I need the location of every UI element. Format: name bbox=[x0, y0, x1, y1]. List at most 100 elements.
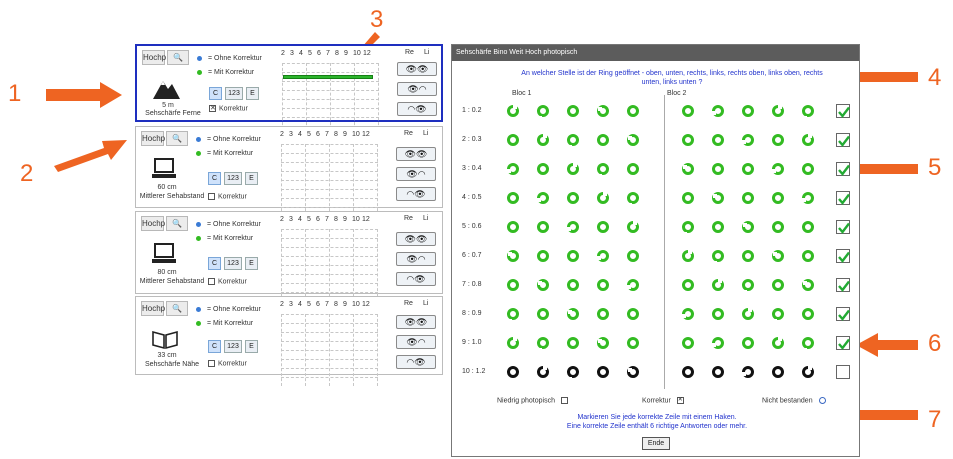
c-button[interactable]: C bbox=[208, 257, 221, 270]
landolt-ring[interactable] bbox=[712, 308, 728, 323]
landolt-ring[interactable] bbox=[712, 105, 724, 117]
landolt-ring[interactable] bbox=[712, 192, 724, 204]
landolt-ring[interactable] bbox=[567, 308, 579, 320]
landolt-ring[interactable] bbox=[567, 134, 579, 149]
landolt-ring[interactable] bbox=[682, 105, 698, 117]
eyes-right-button[interactable]: 👁◠ bbox=[396, 252, 436, 266]
landolt-ring[interactable] bbox=[682, 134, 694, 151]
landolt-ring[interactable] bbox=[802, 163, 818, 178]
eyes-right-button[interactable]: 👁◠ bbox=[397, 82, 437, 96]
landolt-ring[interactable] bbox=[567, 105, 585, 117]
landolt-ring[interactable] bbox=[567, 163, 579, 175]
landolt-ring[interactable] bbox=[537, 134, 549, 146]
landolt-ring[interactable] bbox=[507, 250, 519, 262]
korrektur-checkbox[interactable]: Korrektur bbox=[208, 278, 247, 285]
landolt-ring[interactable] bbox=[597, 192, 609, 204]
landolt-ring[interactable] bbox=[507, 308, 519, 323]
korrektur-checkbox[interactable]: Korrektur bbox=[208, 193, 247, 200]
row-checkbox[interactable] bbox=[836, 365, 850, 379]
landolt-ring[interactable] bbox=[742, 163, 758, 175]
landolt-ring[interactable] bbox=[567, 221, 579, 233]
landolt-ring[interactable] bbox=[537, 192, 549, 204]
zoom-button[interactable]: 🔍 bbox=[167, 50, 189, 65]
hochp-button[interactable]: Hochp bbox=[142, 50, 166, 65]
landolt-ring[interactable] bbox=[507, 366, 523, 381]
landolt-ring[interactable] bbox=[772, 163, 784, 175]
eyes-both-button[interactable]: 👁👁 bbox=[396, 147, 436, 161]
landolt-ring[interactable] bbox=[597, 308, 609, 325]
landolt-ring[interactable] bbox=[567, 337, 585, 349]
landolt-ring[interactable] bbox=[742, 192, 754, 209]
korrektur-checkbox[interactable]: Korrektur bbox=[208, 360, 247, 367]
e-button[interactable]: E bbox=[245, 172, 258, 185]
c-button[interactable]: C bbox=[208, 172, 221, 185]
row-checkbox[interactable] bbox=[836, 191, 850, 205]
landolt-ring[interactable] bbox=[567, 250, 583, 262]
landolt-ring[interactable] bbox=[682, 308, 694, 320]
num-button[interactable]: 123 bbox=[224, 257, 242, 270]
landolt-ring[interactable] bbox=[597, 279, 613, 291]
landolt-ring[interactable] bbox=[537, 337, 549, 352]
landolt-ring[interactable] bbox=[712, 337, 724, 349]
e-button[interactable]: E bbox=[246, 87, 259, 100]
landolt-ring[interactable] bbox=[627, 279, 639, 291]
landolt-ring[interactable] bbox=[597, 221, 613, 236]
landolt-ring[interactable] bbox=[802, 250, 814, 267]
landolt-ring[interactable] bbox=[742, 134, 754, 146]
eyes-both-button[interactable]: 👁👁 bbox=[397, 62, 437, 76]
eyes-left-button[interactable]: ◠👁 bbox=[396, 355, 436, 369]
landolt-ring[interactable] bbox=[712, 366, 728, 378]
landolt-ring[interactable] bbox=[567, 279, 579, 296]
row-checkbox[interactable] bbox=[836, 162, 850, 176]
landolt-ring[interactable] bbox=[597, 105, 609, 117]
landolt-ring[interactable] bbox=[772, 105, 784, 117]
landolt-ring[interactable] bbox=[772, 250, 784, 262]
landolt-ring[interactable] bbox=[802, 221, 818, 233]
landolt-ring[interactable] bbox=[682, 366, 694, 383]
landolt-ring[interactable] bbox=[712, 163, 724, 180]
landolt-ring[interactable] bbox=[537, 221, 553, 233]
landolt-ring[interactable] bbox=[802, 105, 814, 120]
landolt-ring[interactable] bbox=[507, 134, 523, 149]
landolt-ring[interactable] bbox=[627, 366, 639, 378]
landolt-ring[interactable] bbox=[742, 337, 758, 352]
landolt-ring[interactable] bbox=[742, 279, 754, 294]
landolt-ring[interactable] bbox=[772, 221, 784, 238]
landolt-ring[interactable] bbox=[597, 134, 615, 146]
eyes-both-button[interactable]: 👁👁 bbox=[396, 315, 436, 329]
eyes-left-button[interactable]: ◠👁 bbox=[396, 187, 436, 201]
hochp-button[interactable]: Hochp bbox=[141, 216, 165, 231]
ende-button[interactable]: Ende bbox=[642, 437, 670, 450]
landolt-ring[interactable] bbox=[772, 337, 784, 349]
landolt-ring[interactable] bbox=[802, 308, 820, 320]
landolt-ring[interactable] bbox=[627, 163, 645, 175]
landolt-ring[interactable] bbox=[567, 366, 579, 381]
landolt-ring[interactable] bbox=[742, 221, 754, 233]
landolt-ring[interactable] bbox=[597, 366, 615, 378]
landolt-ring[interactable] bbox=[682, 279, 698, 294]
zoom-button[interactable]: 🔍 bbox=[166, 301, 188, 316]
hochp-button[interactable]: Hochp bbox=[141, 301, 165, 316]
eyes-right-button[interactable]: 👁◠ bbox=[396, 167, 436, 181]
row-checkbox[interactable] bbox=[836, 249, 850, 263]
landolt-ring[interactable] bbox=[772, 308, 784, 323]
test-panel-80cm[interactable]: Hochp 🔍 80 cm Mittlerer Sehabstand = Ohn… bbox=[135, 211, 443, 301]
c-button[interactable]: C bbox=[209, 87, 222, 100]
row-checkbox[interactable] bbox=[836, 336, 850, 350]
landolt-ring[interactable] bbox=[742, 366, 754, 378]
row-checkbox[interactable] bbox=[836, 133, 850, 147]
landolt-ring[interactable] bbox=[712, 279, 724, 291]
eyes-both-button[interactable]: 👁👁 bbox=[396, 232, 436, 246]
test-panel-naehe[interactable]: Hochp 🔍 33 cm Sehschärfe Nähe = Ohne Kor… bbox=[135, 296, 443, 386]
eyes-left-button[interactable]: ◠👁 bbox=[397, 102, 437, 116]
c-button[interactable]: C bbox=[208, 340, 221, 353]
landolt-ring[interactable] bbox=[627, 221, 639, 233]
landolt-ring[interactable] bbox=[772, 192, 788, 204]
landolt-ring[interactable] bbox=[627, 105, 639, 122]
landolt-ring[interactable] bbox=[507, 337, 519, 349]
landolt-ring[interactable] bbox=[597, 337, 609, 349]
landolt-ring[interactable] bbox=[507, 163, 519, 175]
landolt-ring[interactable] bbox=[802, 134, 814, 146]
landolt-ring[interactable] bbox=[627, 308, 643, 320]
landolt-ring[interactable] bbox=[742, 105, 758, 120]
